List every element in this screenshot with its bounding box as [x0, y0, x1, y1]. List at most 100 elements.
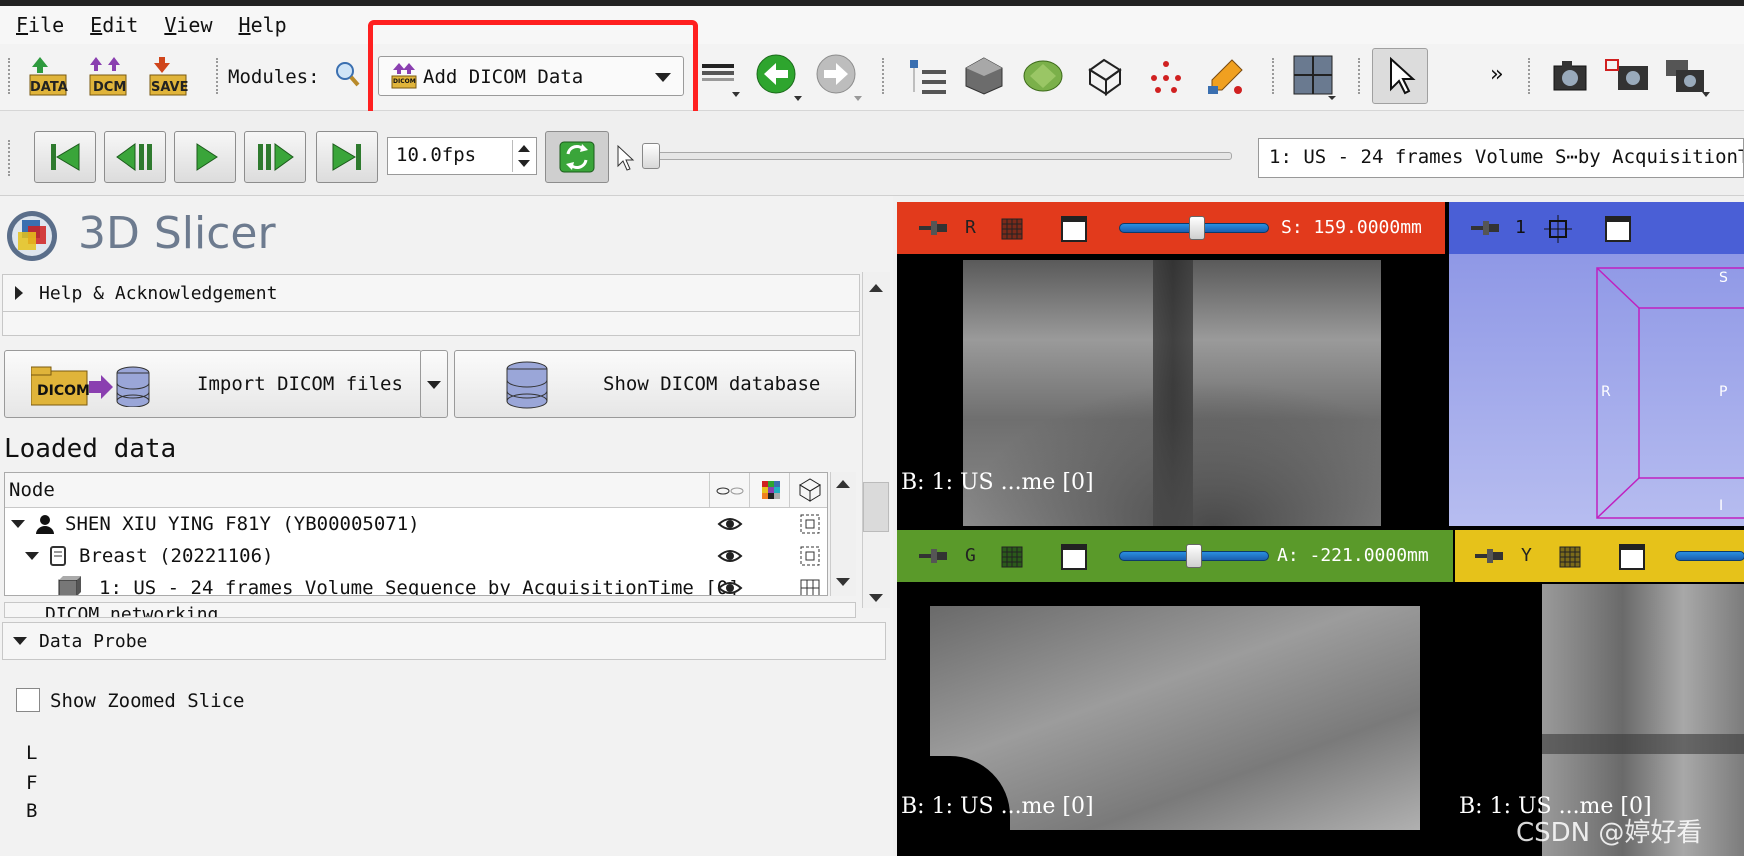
- menu-view[interactable]: View: [164, 13, 212, 37]
- section-frame: [2, 312, 860, 336]
- frame-slider-handle[interactable]: [642, 143, 660, 169]
- maximize-view-icon[interactable]: [1619, 544, 1645, 570]
- red-view-overlay-text: B: 1: US ...me [0]: [901, 470, 1094, 495]
- previous-frame-button[interactable]: [104, 131, 166, 183]
- load-data-button[interactable]: DATA: [26, 54, 70, 98]
- toolbar-overflow-button[interactable]: »: [1490, 62, 1503, 87]
- pin-icon[interactable]: [1475, 546, 1503, 566]
- load-dicom-button[interactable]: DCM: [86, 54, 130, 98]
- scroll-thumb[interactable]: [863, 482, 889, 532]
- loop-toggle-button[interactable]: [545, 131, 609, 183]
- tree-row-patient[interactable]: SHEN XIU YING F81Y (YB00005071): [5, 508, 827, 540]
- toolbar-grip[interactable]: [1358, 58, 1364, 94]
- markups-icon[interactable]: [1146, 58, 1186, 96]
- green-offset-handle[interactable]: [1186, 544, 1202, 568]
- tree-scrollbar[interactable]: [830, 472, 856, 596]
- link-icon[interactable]: [997, 542, 1027, 572]
- fps-spinbox[interactable]: 10.0fps: [387, 137, 537, 175]
- dicom-networking-section[interactable]: DICOM networking: [4, 602, 856, 618]
- sequence-browser-selector[interactable]: 1: US - 24 frames Volume S⋯by Acquisitio…: [1258, 138, 1744, 178]
- column-transform-header[interactable]: [789, 473, 827, 507]
- transform-node-icon[interactable]: [797, 512, 823, 536]
- import-options-dropdown[interactable]: [420, 350, 448, 418]
- center-view-icon[interactable]: [1543, 214, 1573, 244]
- layout-icon[interactable]: [1292, 54, 1336, 100]
- maximize-view-icon[interactable]: [1061, 216, 1087, 242]
- column-node-header[interactable]: Node: [9, 479, 55, 501]
- column-visibility-header[interactable]: [709, 473, 750, 507]
- volume-rendering-icon[interactable]: [964, 56, 1004, 96]
- collapse-arrow-icon[interactable]: [25, 552, 39, 560]
- spin-arrows-icon[interactable]: [512, 140, 535, 172]
- last-frame-button[interactable]: [316, 131, 378, 183]
- threed-view[interactable]: S R P I: [1449, 254, 1744, 526]
- load-data-label: DATA: [30, 80, 68, 95]
- pin-icon[interactable]: [919, 546, 947, 566]
- pin-icon[interactable]: [919, 218, 947, 238]
- show-dicom-database-button[interactable]: Show DICOM database: [454, 350, 856, 418]
- models-icon[interactable]: [1022, 56, 1063, 96]
- collapse-arrow-icon[interactable]: [11, 520, 25, 528]
- maximize-view-icon[interactable]: [1605, 216, 1631, 242]
- transform-node-icon[interactable]: [797, 544, 823, 568]
- back-arrow-icon[interactable]: [756, 54, 802, 101]
- data-probe-section[interactable]: Data Probe: [2, 622, 886, 660]
- eye-icon[interactable]: [717, 544, 743, 568]
- threed-view-controller: 1: [1449, 202, 1744, 254]
- red-view-controller: R S: 159.0000mm: [897, 202, 1445, 254]
- capture-view-icon[interactable]: [1604, 58, 1650, 92]
- eye-icon[interactable]: [717, 512, 743, 536]
- scroll-up-icon[interactable]: [836, 480, 850, 488]
- toolbar-grip[interactable]: [1528, 58, 1534, 94]
- play-icon: [196, 143, 218, 171]
- screenshot-icon[interactable]: [1552, 58, 1588, 92]
- menu-edit[interactable]: Edit: [90, 13, 138, 37]
- help-acknowledgement-section[interactable]: Help & Acknowledgement: [2, 274, 860, 312]
- toolbar-grip[interactable]: [882, 58, 888, 94]
- toolbar-grip[interactable]: [8, 140, 14, 176]
- eye-icon[interactable]: [717, 576, 743, 595]
- menu-edit-label: dit: [102, 13, 139, 37]
- menu-bar: File Edit View Help: [0, 6, 1744, 44]
- skip-last-icon: [332, 143, 361, 171]
- screen-capture-icon[interactable]: [1664, 58, 1710, 98]
- scroll-down-icon[interactable]: [836, 578, 850, 586]
- green-offset-value: A: -221.0000mm: [1277, 545, 1429, 566]
- toolbar-grip[interactable]: [8, 58, 14, 94]
- next-frame-button[interactable]: [244, 131, 306, 183]
- menu-help[interactable]: Help: [239, 13, 287, 37]
- loaded-data-tree[interactable]: Node SHEN XIU YING F81Y (YB00005071) Bre…: [4, 472, 828, 596]
- data-tree-icon[interactable]: [908, 58, 948, 96]
- grid-icon[interactable]: [797, 576, 823, 595]
- toolbar-grip[interactable]: [1272, 58, 1278, 94]
- scroll-down-icon[interactable]: [869, 594, 883, 602]
- yellow-offset-slider[interactable]: [1675, 551, 1744, 561]
- segment-editor-icon[interactable]: [1206, 56, 1246, 96]
- module-history-icon[interactable]: [702, 62, 740, 97]
- link-icon[interactable]: [997, 214, 1027, 244]
- frame-slider-track[interactable]: [648, 152, 1232, 160]
- red-offset-handle[interactable]: [1189, 216, 1205, 240]
- panel-scrollbar[interactable]: [862, 272, 890, 608]
- threed-view-letter: 1: [1515, 217, 1526, 238]
- import-dicom-button[interactable]: DICOM Import DICOM files: [4, 350, 422, 418]
- tree-row-volume[interactable]: 1: US - 24 frames Volume Sequence by Acq…: [5, 572, 827, 595]
- transforms-icon[interactable]: [1086, 56, 1126, 96]
- patient-label: SHEN XIU YING F81Y (YB00005071): [65, 513, 420, 535]
- mouse-mode-button[interactable]: [1372, 48, 1428, 104]
- first-frame-button[interactable]: [34, 131, 96, 183]
- maximize-view-icon[interactable]: [1061, 544, 1087, 570]
- toolbar-grip[interactable]: [216, 58, 222, 94]
- show-zoomed-slice-checkbox[interactable]: [16, 688, 40, 712]
- save-button[interactable]: SAVE: [146, 54, 190, 98]
- module-search-icon[interactable]: [334, 60, 360, 88]
- play-button[interactable]: [174, 131, 236, 183]
- link-icon[interactable]: [1555, 542, 1585, 572]
- study-label: Breast (20221106): [79, 545, 274, 567]
- forward-arrow-icon[interactable]: [816, 54, 862, 101]
- tree-row-study[interactable]: Breast (20221106): [5, 540, 827, 572]
- menu-file[interactable]: File: [16, 13, 64, 37]
- scroll-up-icon[interactable]: [869, 284, 883, 292]
- column-color-header[interactable]: [749, 473, 790, 507]
- pin-icon[interactable]: [1471, 218, 1499, 238]
